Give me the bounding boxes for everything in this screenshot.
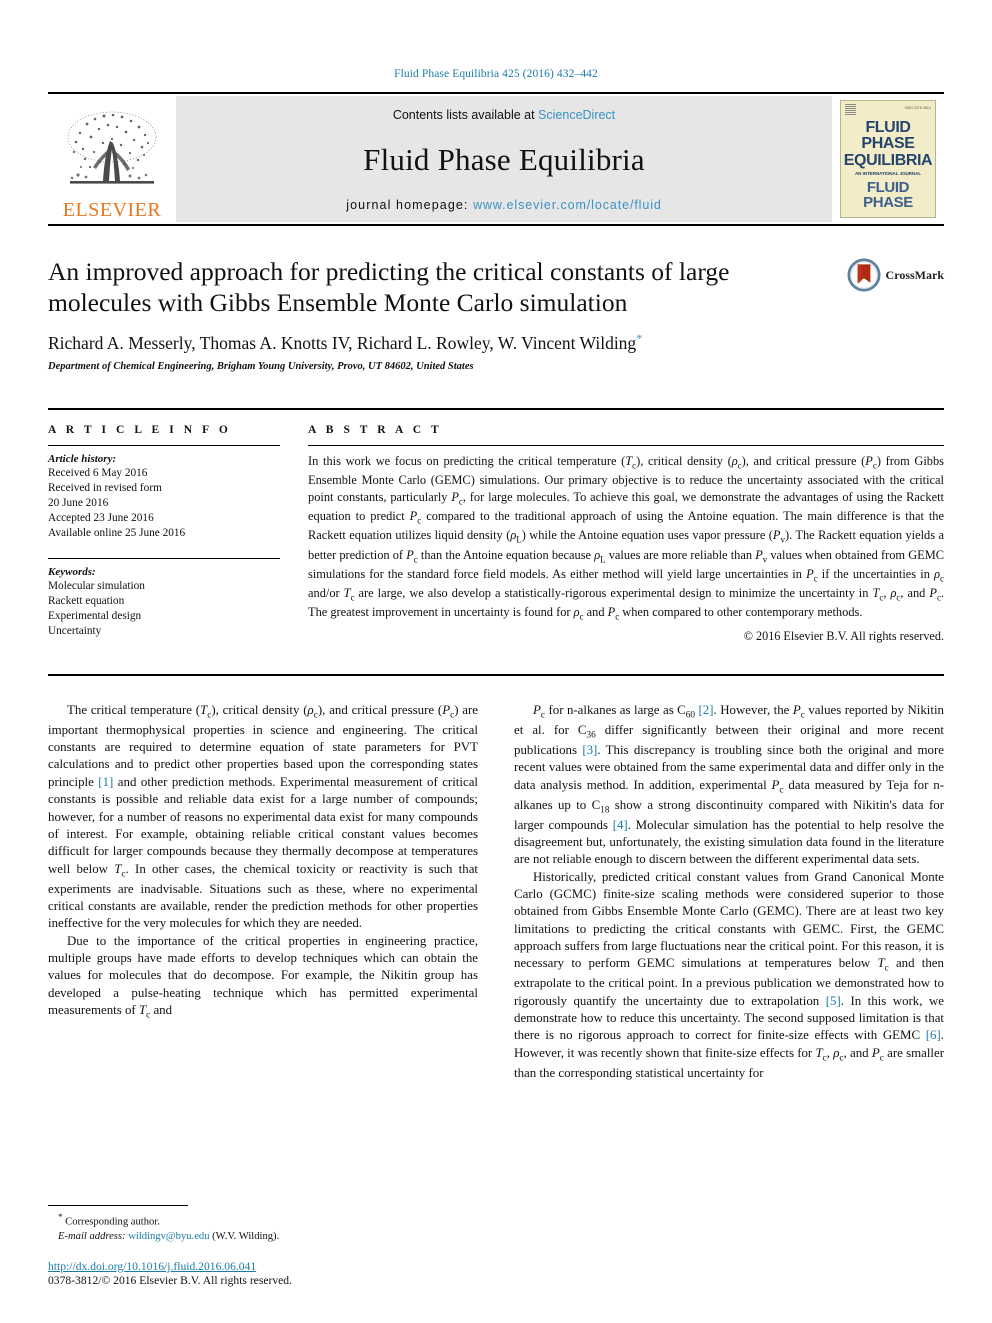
body-column-right: Pc for n-alkanes as large as C60 [2]. Ho… [514, 702, 944, 1082]
info-abstract-section: A R T I C L E I N F O Article history: R… [48, 408, 944, 644]
crossmark-label: CrossMark [885, 267, 944, 282]
article-history-item: Received in revised form [48, 482, 162, 495]
cover-title-line4: EQUILIBRIA [841, 214, 935, 217]
abstract-text: In this work we focus on predicting the … [308, 454, 945, 622]
contents-prefix-text: Contents lists available at [392, 108, 539, 122]
elsevier-logo-block: ELSEVIER [48, 96, 176, 222]
issn-copyright-line: 0378-3812/© 2016 Elsevier B.V. All right… [48, 1274, 292, 1287]
cover-issn-text: ISSN 0378-3812 [904, 106, 931, 110]
journal-cover-image: ISSN 0378-3812 FLUID PHASE EQUILIBRIA AN… [840, 100, 936, 218]
cover-elsevier-mini-icon [845, 104, 856, 116]
article-info-rule [48, 445, 280, 447]
keyword-item: Uncertainty [48, 625, 102, 638]
body-columns: The critical temperature (Tc), critical … [48, 673, 944, 1082]
abstract-heading: A B S T R A C T [308, 424, 443, 437]
abstract-copyright: © 2016 Elsevier B.V. All rights reserved… [743, 628, 944, 643]
corresponding-author-text: Corresponding author. [65, 1216, 160, 1228]
doi-link[interactable]: http://dx.doi.org/10.1016/j.fluid.2016.0… [48, 1260, 468, 1273]
journal-running-head: Fluid Phase Equilibria 425 (2016) 432–44… [394, 68, 598, 80]
journal-homepage-link[interactable]: www.elsevier.com/locate/fluid [473, 198, 662, 212]
abstract-column: A B S T R A C T In this work we focus on… [308, 424, 944, 644]
sciencedirect-link[interactable]: ScienceDirect [538, 108, 615, 122]
crossmark-icon [847, 258, 881, 292]
cover-title-line2: EQUILIBRIA [843, 151, 933, 169]
email-label: E-mail address: [58, 1230, 126, 1242]
affiliation-text: Department of Chemical Engineering, Brig… [48, 361, 474, 373]
masthead-center: Contents lists available at ScienceDirec… [176, 96, 832, 222]
author-list: Richard A. Messerly, Thomas A. Knotts IV… [48, 331, 944, 354]
body-paragraph: Historically, predicted critical constan… [514, 869, 945, 1080]
body-column-left: The critical temperature (Tc), critical … [48, 702, 478, 1082]
body-paragraph: Due to the importance of the critical pr… [48, 933, 478, 1021]
journal-title: Fluid Phase Equilibria [363, 142, 645, 177]
footnote-rule [48, 1204, 188, 1206]
footnote-block: * Corresponding author. E-mail address: … [48, 1204, 468, 1287]
contents-available-line: Contents lists available at ScienceDirec… [393, 108, 615, 122]
homepage-prefix-text: journal homepage: [346, 198, 474, 212]
body-paragraph: Pc for n-alkanes as large as C60 [2]. Ho… [514, 702, 944, 867]
journal-cover-block: ISSN 0378-3812 FLUID PHASE EQUILIBRIA AN… [832, 96, 944, 222]
article-info-heading: A R T I C L E I N F O [48, 424, 232, 437]
article-history-item: Available online 25 June 2016 [48, 527, 186, 540]
author-names: Richard A. Messerly, Thomas A. Knotts IV… [48, 333, 637, 354]
cover-title-line3: FLUID PHASE [863, 178, 913, 212]
email-link[interactable]: wildingv@byu.edu [128, 1231, 209, 1242]
article-info-column: A R T I C L E I N F O Article history: R… [48, 424, 280, 644]
keywords-label: Keywords: [48, 566, 96, 579]
corresponding-author-note: * Corresponding author. [48, 1211, 468, 1230]
keyword-item: Experimental design [48, 610, 142, 623]
article-history-item: Received 6 May 2016 [48, 467, 148, 480]
page-title: An improved approach for predicting the … [48, 257, 730, 318]
doi-block: http://dx.doi.org/10.1016/j.fluid.2016.0… [48, 1260, 468, 1287]
cover-title-line1: FLUID PHASE [861, 119, 915, 153]
corresponding-author-marker[interactable]: * [636, 331, 642, 345]
crossmark-badge[interactable]: CrossMark [847, 258, 944, 292]
keyword-item: Molecular simulation [48, 580, 145, 593]
cover-title-primary: FLUID PHASE EQUILIBRIA [841, 119, 935, 169]
email-note: E-mail address: wildingv@byu.edu (W.V. W… [48, 1230, 468, 1244]
elsevier-wordmark: ELSEVIER [62, 199, 162, 221]
article-history-item: Accepted 23 June 2016 [48, 512, 154, 525]
article-header: An improved approach for predicting the … [48, 256, 944, 372]
article-history-item: 20 June 2016 [48, 497, 109, 510]
journal-homepage-line: journal homepage: www.elsevier.com/locat… [346, 198, 662, 212]
abstract-rule [308, 445, 944, 447]
cover-topbar: ISSN 0378-3812 [841, 101, 935, 116]
cover-title-tertiary: EQUILIBRIA [841, 214, 935, 217]
body-paragraph: The critical temperature (Tc), critical … [48, 702, 479, 931]
journal-masthead: ELSEVIER Contents lists available at Sci… [48, 92, 944, 226]
keywords-rule [48, 558, 280, 560]
cover-title-secondary: FLUID PHASE [841, 180, 935, 211]
footnote-marker: * [58, 1211, 63, 1222]
keyword-item: Rackett equation [48, 595, 125, 608]
email-suffix: (W.V. Wilding). [212, 1230, 280, 1242]
elsevier-tree-icon [67, 111, 157, 184]
cover-subtitle: AN INTERNATIONAL JOURNAL [854, 170, 922, 176]
article-history-label: Article history: [48, 453, 117, 466]
